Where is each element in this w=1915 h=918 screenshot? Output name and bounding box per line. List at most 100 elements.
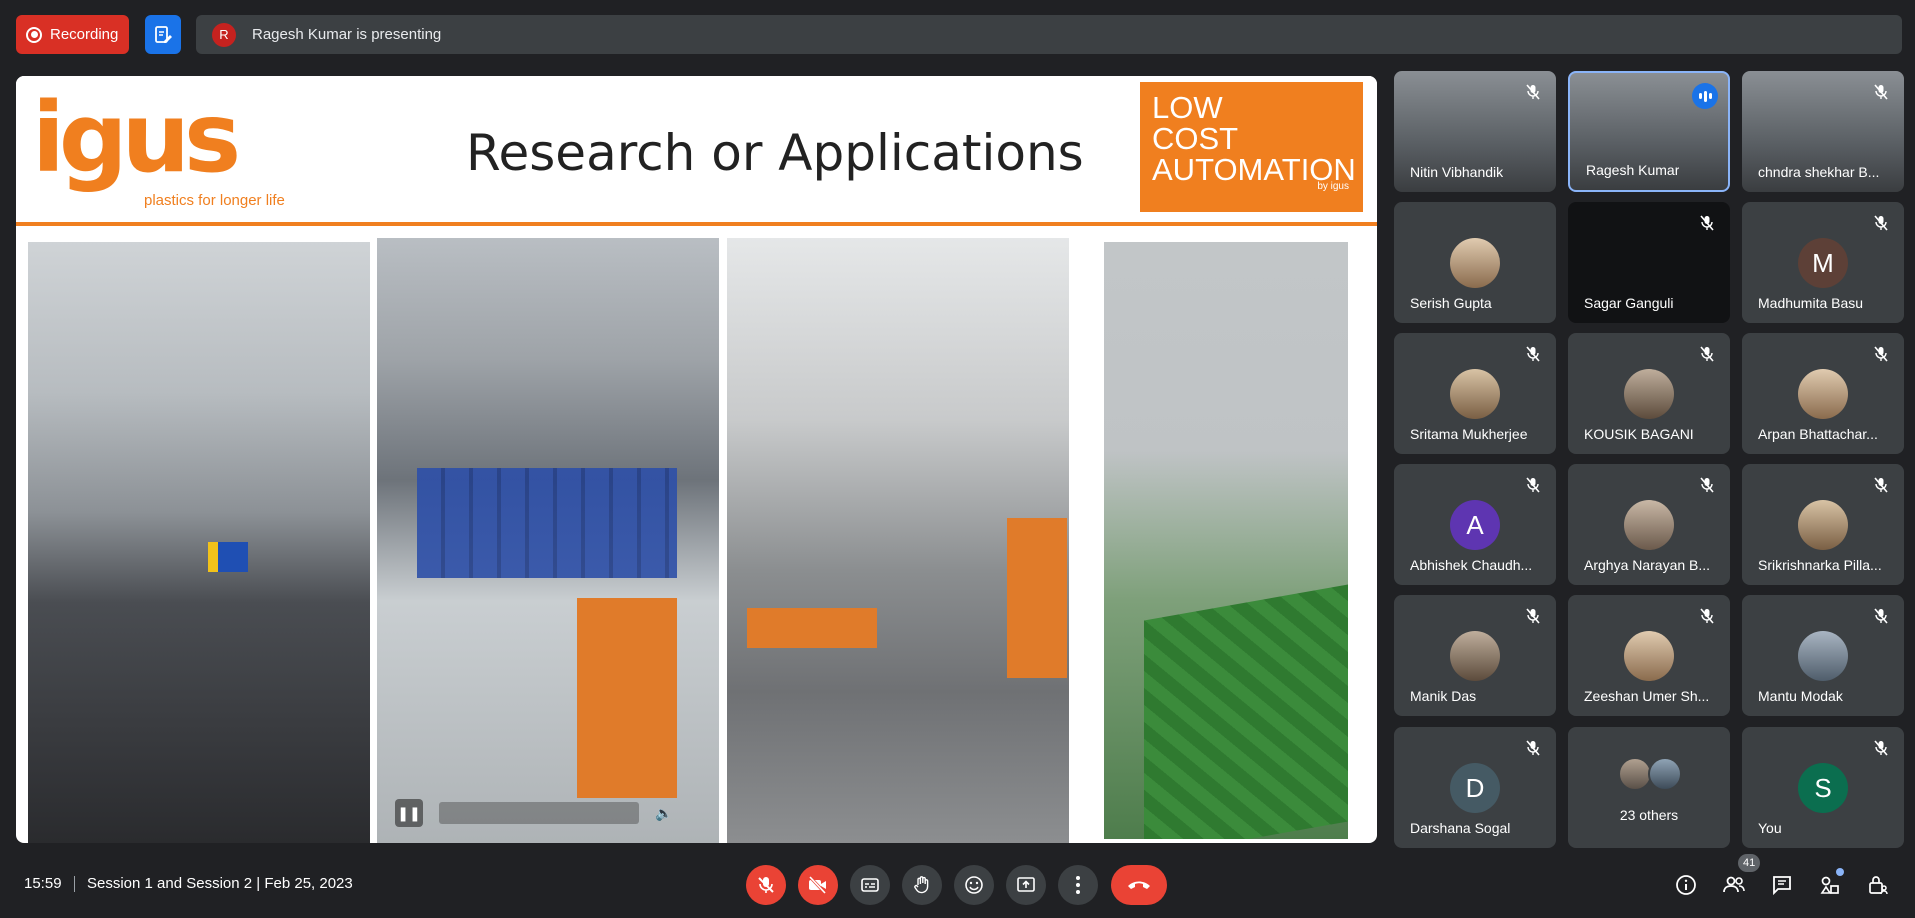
presenter-banner[interactable]: R Ragesh Kumar is presenting — [196, 15, 1902, 54]
meeting-title: Session 1 and Session 2 | Feb 25, 2023 — [87, 875, 353, 892]
video-shelf — [417, 468, 677, 578]
application-video-4[interactable] — [1104, 242, 1348, 839]
avatar — [1450, 238, 1500, 288]
mic-off-icon — [1524, 476, 1542, 494]
participant-tile[interactable]: S You — [1742, 727, 1904, 848]
hand-icon — [914, 876, 929, 894]
application-video-2[interactable]: ❚❚ 🔈 — [377, 238, 719, 843]
participant-tile[interactable]: A Abhishek Chaudh... — [1394, 464, 1556, 585]
more-options-button[interactable] — [1058, 865, 1098, 905]
participant-tile[interactable]: Arpan Bhattachar... — [1742, 333, 1904, 454]
mic-off-icon — [1524, 83, 1542, 101]
participant-tile[interactable]: Arghya Narayan B... — [1568, 464, 1730, 585]
presenter-avatar: R — [212, 22, 236, 47]
mic-off-icon — [1872, 214, 1890, 232]
mic-off-icon — [1698, 476, 1716, 494]
participant-tile[interactable]: 23 others — [1568, 727, 1730, 848]
avatar — [1624, 369, 1674, 419]
mic-off-icon — [1524, 345, 1542, 363]
activities-icon — [1820, 876, 1839, 894]
video-object — [747, 608, 877, 648]
participant-tile[interactable]: Sagar Ganguli — [1568, 202, 1730, 323]
slide-header: igus plastics for longer life Research o… — [16, 76, 1377, 222]
present-icon — [1017, 877, 1035, 892]
participant-name: chndra shekhar B... — [1758, 164, 1880, 180]
slide-divider — [16, 222, 1377, 226]
participant-name: Abhishek Chaudh... — [1410, 557, 1533, 573]
participant-tile[interactable]: Srikrishnarka Pilla... — [1742, 464, 1904, 585]
meeting-clock: 15:59 — [24, 875, 62, 892]
badge-by: by igus — [1317, 181, 1349, 192]
people-count-badge: 41 — [1738, 854, 1761, 872]
participant-name: Nitin Vibhandik — [1410, 164, 1504, 180]
participant-tile[interactable]: Nitin Vibhandik — [1394, 71, 1556, 192]
participant-tile[interactable]: Zeeshan Umer Sh... — [1568, 595, 1730, 716]
pause-icon[interactable]: ❚❚ — [395, 799, 423, 827]
chat-button[interactable] — [1770, 873, 1794, 897]
participant-name: Arghya Narayan B... — [1584, 557, 1711, 573]
mic-off-icon — [1872, 607, 1890, 625]
bottom-bar: 15:59 Session 1 and Session 2 | Feb 25, … — [0, 848, 1915, 918]
host-controls-button[interactable] — [1866, 873, 1890, 897]
avatar — [1624, 500, 1674, 550]
video-progress-track[interactable] — [439, 802, 639, 824]
captions-button[interactable] — [850, 865, 890, 905]
participant-tile[interactable]: Mantu Modak — [1742, 595, 1904, 716]
meeting-details-button[interactable] — [1674, 873, 1698, 897]
avatar: D — [1450, 763, 1500, 813]
avatar — [1450, 631, 1500, 681]
participant-name: You — [1758, 820, 1782, 836]
avatar — [1624, 631, 1674, 681]
record-icon — [26, 26, 42, 43]
brand-logo-text: igus — [32, 82, 241, 194]
more-vert-icon — [1076, 876, 1080, 894]
participant-tile[interactable]: Serish Gupta — [1394, 202, 1556, 323]
others-avatars — [1618, 757, 1688, 793]
participant-name: Arpan Bhattachar... — [1758, 426, 1878, 442]
mic-off-button[interactable] — [746, 865, 786, 905]
people-button[interactable] — [1722, 873, 1746, 897]
mic-off-icon — [1872, 476, 1890, 494]
video-object — [218, 542, 248, 572]
volume-icon[interactable]: 🔈 — [655, 805, 672, 822]
participant-name: Madhumita Basu — [1758, 295, 1864, 311]
divider — [74, 876, 75, 892]
video-controls[interactable]: ❚❚ 🔈 — [395, 796, 713, 830]
activities-notification-dot — [1836, 868, 1844, 876]
participant-tile[interactable]: Manik Das — [1394, 595, 1556, 716]
participant-name: Mantu Modak — [1758, 688, 1843, 704]
info-icon — [1676, 875, 1696, 895]
recording-button[interactable]: Recording — [16, 15, 129, 54]
camera-off-button[interactable] — [798, 865, 838, 905]
participant-name: Manik Das — [1410, 688, 1477, 704]
raise-hand-button[interactable] — [902, 865, 942, 905]
participant-tile[interactable]: D Darshana Sogal — [1394, 727, 1556, 848]
participant-name: Sagar Ganguli — [1584, 295, 1674, 311]
participant-tile[interactable]: chndra shekhar B... — [1742, 71, 1904, 192]
igus-logo: igus plastics for longer life — [32, 88, 302, 218]
leave-call-button[interactable] — [1111, 865, 1167, 905]
participant-name: KOUSIK BAGANI — [1584, 426, 1694, 442]
avatar — [1798, 369, 1848, 419]
participant-tile[interactable]: Ragesh Kumar — [1568, 71, 1730, 192]
present-screen-button[interactable] — [1006, 865, 1046, 905]
presentation-stage[interactable]: igus plastics for longer life Research o… — [16, 76, 1377, 843]
mic-off-icon — [1524, 739, 1542, 757]
participant-tile[interactable]: M Madhumita Basu — [1742, 202, 1904, 323]
notes-button[interactable] — [145, 15, 181, 54]
avatar: S — [1798, 763, 1848, 813]
application-video-1[interactable] — [28, 242, 370, 843]
participant-tile[interactable]: Sritama Mukherjee — [1394, 333, 1556, 454]
avatar: A — [1450, 500, 1500, 550]
participant-name: Zeeshan Umer Sh... — [1584, 688, 1710, 704]
lock-person-icon — [1869, 876, 1888, 895]
reactions-button[interactable] — [954, 865, 994, 905]
mic-off-icon — [1872, 345, 1890, 363]
application-video-3[interactable] — [727, 238, 1069, 843]
phone-hangup-icon — [1128, 881, 1150, 889]
mic-off-icon — [1698, 607, 1716, 625]
participant-tile[interactable]: KOUSIK BAGANI — [1568, 333, 1730, 454]
video-pcb — [1144, 583, 1348, 839]
activities-button[interactable] — [1818, 873, 1842, 897]
camera-off-icon — [808, 875, 827, 895]
